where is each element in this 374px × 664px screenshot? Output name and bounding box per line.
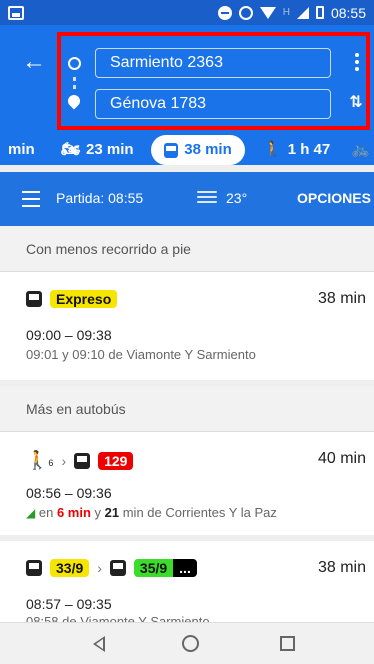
route-card-33-9[interactable]: 33/9 › 35/9... 38 min 08:57 – 09:35 08:5…	[0, 541, 374, 622]
bus-icon	[164, 142, 179, 158]
destination-pin-icon	[67, 95, 81, 109]
detail-next-time: 21	[104, 505, 120, 520]
walk-icon: 🚶	[26, 450, 49, 470]
live-signal-icon: ◢	[26, 506, 36, 520]
detail-suffix: min de Corrientes Y la Paz	[119, 505, 277, 520]
temperature: 23°	[226, 190, 248, 206]
route-dots-icon	[73, 77, 76, 89]
battery-icon	[315, 6, 324, 19]
bus-icon	[74, 452, 91, 469]
tab-car[interactable]: min	[8, 135, 35, 165]
nav-back-icon[interactable]	[93, 636, 105, 652]
detail-live-time: 6 min	[56, 505, 91, 520]
origin-field[interactable]: Sarmiento 2363	[95, 48, 331, 78]
weather-haze-icon	[197, 191, 217, 205]
chevron-right-icon: ›	[61, 452, 67, 469]
nav-recents-icon[interactable]	[280, 636, 295, 651]
route-detail: 08:58 de Viamonte Y Sarmiento	[26, 614, 210, 622]
route-times: 09:00 – 09:38	[26, 327, 112, 343]
nav-home-icon[interactable]	[182, 635, 199, 652]
tab-bike[interactable]: 🚲	[351, 135, 370, 165]
tab-transit-label: 38 min	[184, 141, 232, 158]
route-badge-129: 129	[98, 451, 134, 470]
walk-icon: 🚶	[263, 141, 282, 158]
tab-transit[interactable]: 38 min	[151, 135, 245, 165]
options-bar: Partida: 08:55 23° OPCIONES	[0, 172, 374, 226]
route-card-express[interactable]: Expreso 38 min 09:00 – 09:38 09:01 y 09:…	[0, 272, 374, 380]
gallery-notification-icon	[8, 5, 24, 20]
tune-icon[interactable]	[22, 191, 40, 207]
chevron-right-icon: ›	[97, 560, 102, 576]
route-times: 08:56 – 09:36	[26, 485, 112, 501]
walk-minutes: 6	[48, 458, 54, 468]
route-badge-group: 35/9...	[133, 559, 197, 577]
bus-icon	[26, 560, 42, 576]
route-detail: 09:01 y 09:10 de Viamonte Y Sarmiento	[26, 347, 256, 362]
departure-time[interactable]: Partida: 08:55	[56, 190, 143, 206]
route-card-129[interactable]: 🚶6 › 129 40 min 08:56 – 09:36 ◢ en 6 min…	[0, 432, 374, 535]
route-badge-33-9: 33/9	[50, 559, 90, 577]
origin-circle-icon	[68, 57, 81, 70]
bus-icon	[26, 291, 42, 307]
network-type-label: H	[282, 7, 290, 18]
signal-icon	[296, 6, 309, 19]
route-duration: 38 min	[317, 559, 366, 576]
tab-motorcycle[interactable]: 🏍 23 min	[61, 135, 134, 165]
status-bar: H 08:55	[0, 0, 374, 25]
swap-icon[interactable]: ⇅	[344, 91, 368, 115]
bike-icon: 🚲	[351, 141, 370, 158]
back-arrow-icon[interactable]: ←	[22, 50, 48, 74]
route-times: 08:57 – 09:35	[26, 596, 112, 612]
directions-header: ← Sarmiento 2363 Génova 1783 ⇅	[0, 25, 374, 135]
alarm-icon	[238, 5, 253, 20]
status-time: 08:55	[330, 4, 366, 21]
tab-car-label: min	[8, 141, 35, 158]
route-badge-more: ...	[173, 559, 197, 577]
options-button[interactable]: OPCIONES	[297, 190, 371, 206]
tab-walk[interactable]: 🚶 1 h 47	[263, 135, 330, 165]
motorcycle-icon: 🏍	[61, 141, 81, 158]
bus-icon	[109, 560, 126, 576]
route-duration: 38 min	[317, 290, 366, 307]
travel-mode-tabs: min 🏍 23 min 38 min 🚶 1 h 47 🚲	[0, 135, 374, 165]
wifi-icon	[259, 6, 276, 19]
route-badge-35-9: 35/9	[133, 559, 174, 577]
system-nav-bar	[0, 622, 374, 664]
section-more-bus: Más en autobús	[0, 386, 374, 432]
walk-step: 🚶6	[26, 450, 53, 471]
do-not-disturb-icon	[217, 5, 232, 20]
detail-mid: y	[90, 505, 105, 520]
destination-field[interactable]: Génova 1783	[95, 89, 331, 119]
detail-prefix: en	[38, 505, 57, 520]
tab-walk-label: 1 h 47	[287, 141, 331, 158]
route-duration: 40 min	[317, 450, 366, 467]
more-options-icon[interactable]	[349, 51, 365, 75]
route-detail: ◢ en 6 min y 21 min de Corrientes Y la P…	[26, 505, 277, 520]
tab-motorcycle-label: 23 min	[86, 141, 134, 158]
route-badge-expreso: Expreso	[50, 290, 118, 308]
section-less-walking: Con menos recorrido a pie	[0, 226, 374, 272]
